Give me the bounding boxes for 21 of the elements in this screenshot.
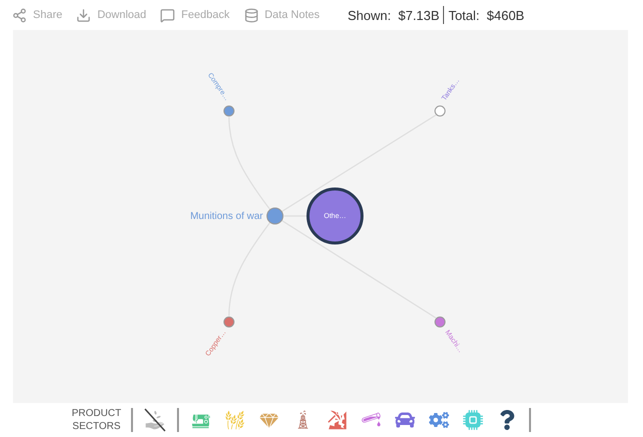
toolbar-link[interactable]: Share xyxy=(12,8,62,22)
graph-node[interactable] xyxy=(224,106,234,116)
speech-bubble-icon xyxy=(160,8,176,22)
toolbar-link[interactable]: Feedback xyxy=(160,8,230,22)
sectors-label: PRODUCT SECTORS xyxy=(72,407,122,433)
download-icon xyxy=(76,8,92,22)
chip-icon[interactable] xyxy=(461,408,486,432)
focus-node[interactable] xyxy=(306,188,364,244)
graph-node[interactable] xyxy=(224,316,234,328)
share-icon xyxy=(12,8,27,22)
toolbar-link[interactable]: Download xyxy=(76,8,146,22)
database-icon xyxy=(244,8,259,22)
wheat-icon[interactable] xyxy=(223,408,248,432)
toolbar-link[interactable]: Data Notes xyxy=(244,8,320,22)
graph-node[interactable] xyxy=(266,208,284,224)
graph-node[interactable] xyxy=(434,106,446,116)
shown-value: Shown: $7.13B xyxy=(348,8,440,22)
total-value: Total: $460B xyxy=(448,8,524,22)
pickaxe-icon[interactable] xyxy=(325,408,350,432)
graph-node[interactable] xyxy=(434,316,446,328)
node-label: Munitions of war xyxy=(190,211,263,222)
